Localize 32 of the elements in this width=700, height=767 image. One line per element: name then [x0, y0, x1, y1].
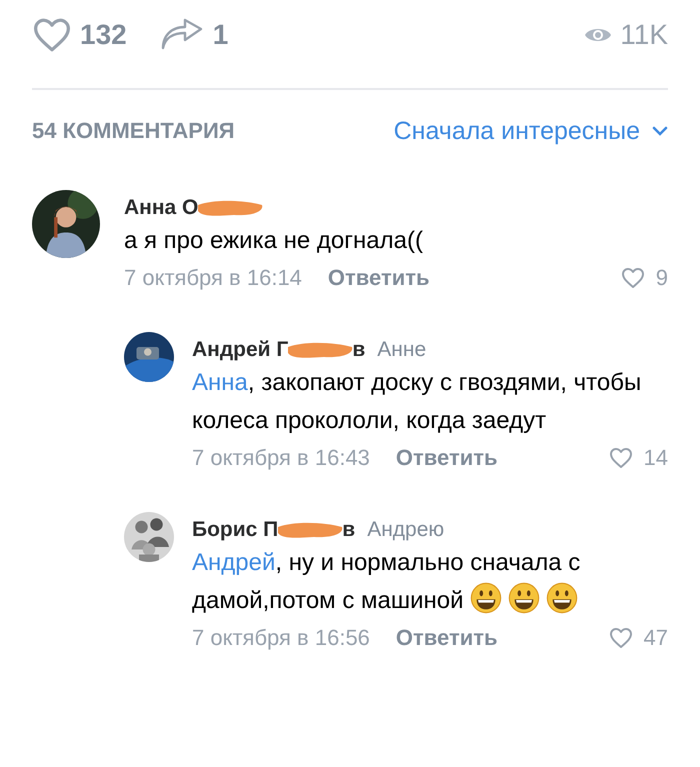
- reply-button[interactable]: Ответить: [396, 445, 498, 471]
- smiley-icon: [546, 582, 578, 614]
- like-count: 132: [80, 19, 127, 51]
- view-count: 11K: [620, 19, 668, 51]
- heart-icon[interactable]: [608, 447, 634, 469]
- author-name-end: в: [342, 517, 356, 543]
- heart-icon[interactable]: [32, 17, 72, 53]
- chevron-down-icon: [652, 126, 668, 136]
- comment-text: Анна, закопают доску с гвоздями, чтобы колеса прокололи, когда заедут: [192, 368, 642, 436]
- comment-date: 7 октября в 16:43: [192, 445, 370, 471]
- heart-icon[interactable]: [608, 627, 634, 649]
- share-count: 1: [212, 19, 228, 51]
- author-name-end: в: [352, 337, 366, 363]
- reply-addressee: Анне: [377, 337, 426, 363]
- like-count: 47: [644, 625, 668, 651]
- like-count: 9: [656, 265, 668, 291]
- comment-text: а я про ежика не догнала((: [124, 226, 424, 256]
- comment-date: 7 октября в 16:14: [124, 265, 302, 291]
- author-name[interactable]: Андрей Г: [192, 336, 288, 364]
- comment-date: 7 октября в 16:56: [192, 625, 370, 651]
- reply-button[interactable]: Ответить: [328, 265, 430, 291]
- author-name[interactable]: Анна О: [124, 194, 198, 222]
- smiley-icon: [470, 582, 502, 614]
- comment-text: Андрей, ну и нормально сначала с дамой,потом с машиной: [192, 548, 582, 616]
- heart-icon[interactable]: [620, 267, 646, 289]
- comments-count: 54 КОММЕНТАРИЯ: [32, 118, 235, 144]
- sort-dropdown[interactable]: Сначала интересные: [394, 116, 668, 146]
- smiley-icon: [508, 582, 540, 614]
- author-name[interactable]: Борис П: [192, 516, 278, 544]
- like-count: 14: [644, 445, 668, 471]
- reply-button[interactable]: Ответить: [396, 625, 498, 651]
- reply-addressee: Андрею: [367, 517, 444, 543]
